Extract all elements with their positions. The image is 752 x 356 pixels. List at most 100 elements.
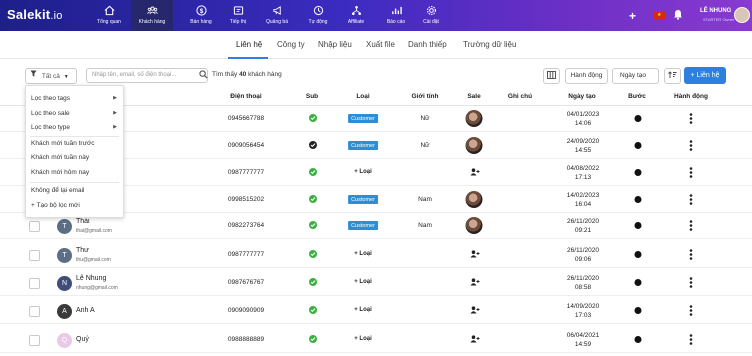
column-sub[interactable]: Sub (306, 93, 318, 100)
customer-name[interactable]: Thư (76, 247, 89, 254)
step-indicator[interactable] (634, 142, 642, 149)
type-badge[interactable]: Customer (348, 141, 378, 150)
step-indicator[interactable] (634, 169, 642, 176)
more-actions-icon[interactable] (689, 305, 693, 316)
row-checkbox[interactable] (29, 306, 40, 317)
nav-label: Cài đặt (423, 19, 439, 25)
filter-button[interactable]: Tất cả ▼ (25, 68, 77, 84)
menu-create-filter[interactable]: + Tạo bộ lọc mới (31, 202, 80, 209)
menu-new-today[interactable]: Khách mới hôm nay (31, 169, 89, 176)
column-type[interactable]: Loại (356, 93, 369, 100)
row-checkbox[interactable] (29, 335, 40, 346)
assign-sale-icon[interactable] (470, 306, 480, 314)
sort-button[interactable] (664, 68, 681, 84)
app-logo[interactable]: Salekit.io (7, 7, 63, 22)
add-type-button[interactable]: + Loại (354, 336, 372, 342)
tab-business-cards[interactable]: Danh thiếp (408, 40, 447, 49)
column-step[interactable]: Bước (628, 93, 646, 100)
nav-item-promote[interactable]: Quảng bá (257, 0, 297, 31)
type-badge[interactable]: Customer (348, 195, 378, 204)
sale-avatar[interactable] (465, 110, 483, 127)
sale-avatar[interactable] (465, 191, 483, 208)
user-avatar[interactable] (734, 7, 750, 23)
menu-new-this-week[interactable]: Khách mới tuần này (31, 154, 89, 161)
row-checkbox[interactable] (29, 278, 40, 289)
tab-data-fields[interactable]: Trường dữ liệu (463, 40, 516, 49)
step-indicator[interactable] (634, 307, 642, 314)
more-actions-icon[interactable] (689, 277, 693, 288)
table-row[interactable]: A Anh A 0909090909 + Loại 14/09/2020 17:03 (0, 298, 752, 324)
add-type-button[interactable]: + Loại (354, 169, 372, 175)
nav-item-sales[interactable]: $ Bán hàng (181, 0, 221, 31)
more-actions-icon[interactable] (689, 167, 693, 178)
table-row[interactable]: Q Quý 0988888889 + Loại 06/04/2021 14:59 (0, 327, 752, 353)
search-icon[interactable] (199, 70, 208, 79)
nav-item-affiliate[interactable]: Affiliate (336, 0, 376, 31)
more-actions-icon[interactable] (689, 334, 693, 345)
assign-sale-icon[interactable] (470, 278, 480, 286)
nav-item-reports[interactable]: Báo cáo (376, 0, 416, 31)
menu-no-email[interactable]: Không để lại email (31, 187, 84, 194)
table-row[interactable]: T Thư thu@gmail.com 0987777777 + Loại 26/11/2… (0, 242, 752, 268)
nav-item-automation[interactable]: Tự động (298, 0, 338, 31)
assign-sale-icon[interactable] (470, 335, 480, 343)
row-checkbox[interactable] (29, 250, 40, 261)
menu-filter-by-tags[interactable]: Lọc theo tags ▶ (31, 95, 120, 102)
column-toggle-button[interactable] (543, 68, 560, 84)
column-sale[interactable]: Sale (467, 93, 480, 100)
step-indicator[interactable] (634, 251, 642, 258)
assign-sale-icon[interactable] (470, 250, 480, 258)
menu-new-last-week[interactable]: Khách mới tuần trước (31, 140, 94, 147)
more-actions-icon[interactable] (689, 140, 693, 151)
sale-avatar[interactable] (465, 217, 483, 234)
customer-name[interactable]: Lê Nhung (76, 275, 106, 282)
step-indicator[interactable] (634, 115, 642, 122)
customer-name[interactable]: Quý (76, 336, 89, 343)
search-input[interactable]: Nhập tên, email, số điện thoại... (86, 68, 208, 83)
step-indicator[interactable] (634, 279, 642, 286)
column-created-date[interactable]: Ngày tạo (568, 93, 595, 100)
bell-icon[interactable] (673, 9, 683, 21)
nav-item-customers[interactable]: Khách hàng (131, 0, 173, 31)
check-circle-icon (309, 250, 317, 258)
tab-export[interactable]: Xuất file (366, 40, 395, 49)
row-checkbox[interactable] (29, 221, 40, 232)
tab-company[interactable]: Công ty (277, 40, 305, 49)
vietnam-flag-icon[interactable]: ★ (653, 11, 665, 19)
customer-name[interactable]: Anh A (76, 307, 95, 314)
user-name[interactable]: LÊ NHUNG (700, 8, 731, 14)
more-actions-icon[interactable] (689, 113, 693, 124)
menu-filter-by-sale[interactable]: Lọc theo sale ▶ (31, 110, 120, 117)
nav-item-overview[interactable]: Tổng quan (89, 0, 129, 31)
add-type-button[interactable]: + Loại (354, 307, 372, 313)
menu-filter-by-type[interactable]: Lọc theo type ▶ (31, 124, 120, 131)
action-button[interactable]: Hành động (565, 68, 608, 84)
type-badge[interactable]: Customer (348, 114, 378, 123)
table-row[interactable]: N Lê Nhung nhung@gmail.com 0987676767 + Loại… (0, 270, 752, 296)
step-indicator[interactable] (634, 222, 642, 229)
column-gender[interactable]: Giới tính (411, 93, 438, 100)
plus-icon[interactable]: + (629, 9, 636, 23)
column-note[interactable]: Ghi chú (508, 93, 532, 100)
sale-avatar[interactable] (465, 137, 483, 154)
step-indicator[interactable] (634, 196, 642, 203)
add-contact-button[interactable]: + Liên hệ (684, 67, 726, 84)
column-actions[interactable]: Hành động (674, 93, 708, 100)
nav-item-settings[interactable]: Cài đặt (411, 0, 451, 31)
more-actions-icon[interactable] (689, 249, 693, 260)
step-indicator[interactable] (634, 336, 642, 343)
customer-name[interactable]: Thái (76, 218, 90, 225)
tab-contacts[interactable]: Liên hệ (236, 40, 262, 49)
nav-item-marketing[interactable]: Tiếp thị (218, 0, 258, 31)
more-actions-icon[interactable] (689, 194, 693, 205)
sort-date-button[interactable]: Ngày tạo (612, 68, 659, 84)
add-type-button[interactable]: + Loại (354, 279, 372, 285)
check-circle-icon (309, 221, 317, 229)
column-phone[interactable]: Điện thoại (230, 93, 261, 100)
tab-import[interactable]: Nhập liệu (318, 40, 352, 49)
assign-sale-icon[interactable] (470, 168, 480, 176)
add-type-button[interactable]: + Loại (354, 251, 372, 257)
more-actions-icon[interactable] (689, 220, 693, 231)
type-badge[interactable]: Customer (348, 221, 378, 230)
nav-label: Tổng quan (97, 19, 121, 25)
